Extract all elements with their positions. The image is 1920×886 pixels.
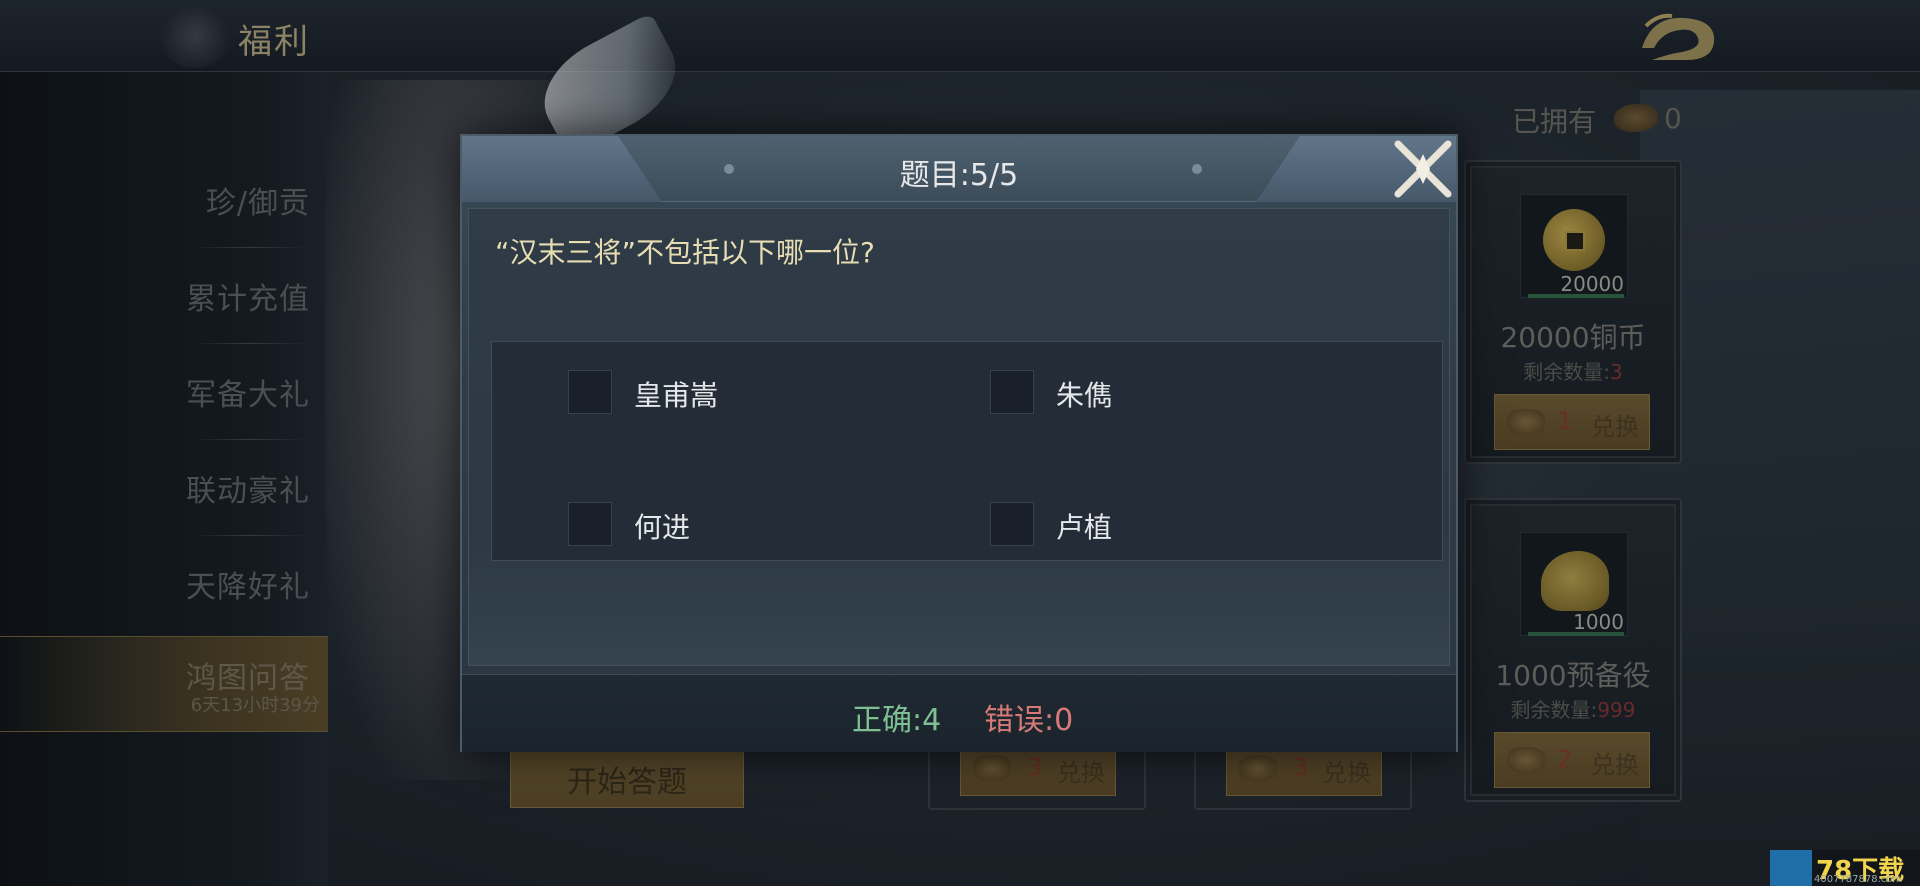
quiz-dialog-header: 题目:5/5: [462, 136, 1456, 202]
remaining-label: 剩余数量:: [1523, 360, 1610, 384]
copper-coin-icon: [1543, 209, 1605, 271]
page-title: 福利: [238, 22, 310, 62]
quiz-option[interactable]: 卢植: [990, 492, 1390, 552]
sidebar-item-quiz[interactable]: 鸿图问答 6天13小时39分: [0, 636, 328, 732]
shop-item-card: 20000 20000铜币 剩余数量:3 1 兑换: [1464, 160, 1682, 464]
quiz-score-bar: 正确:4 错误:0: [462, 674, 1456, 752]
dragon-back-icon: [1642, 13, 1715, 60]
site-watermark: 78下载 4007787878.com: [1770, 850, 1920, 886]
quiz-dialog: 题目:5/5 “汉末三将”不包括以下哪一位? 皇甫嵩 朱儁 何进 卢植 正确:4…: [460, 134, 1458, 752]
ticket-icon: [1239, 755, 1277, 781]
option-checkbox[interactable]: [990, 502, 1034, 546]
item-quality-bar: [1528, 294, 1624, 298]
option-label: 何进: [634, 511, 691, 544]
quiz-option[interactable]: 何进: [568, 492, 968, 552]
sidebar-item-label: 联动豪礼: [186, 474, 310, 509]
quiz-options: 皇甫嵩 朱儁 何进 卢植: [491, 341, 1443, 561]
quiz-question: “汉末三将”不包括以下哪一位?: [495, 236, 875, 269]
welfare-emblem-icon: [160, 4, 230, 68]
correct-count: 正确:4: [852, 703, 942, 738]
sidebar-item-sky-gift[interactable]: 天降好礼: [0, 536, 328, 632]
close-icon: [1394, 140, 1452, 198]
item-amount: 20000: [1560, 272, 1624, 296]
exchange-label: 兑换: [1591, 751, 1639, 779]
top-bar: 福利: [0, 0, 1920, 72]
remaining-label: 剩余数量:: [1510, 698, 1598, 722]
quiz-option[interactable]: 皇甫嵩: [568, 360, 968, 420]
option-checkbox[interactable]: [568, 370, 612, 414]
item-amount: 1000: [1573, 610, 1624, 634]
watermark-logo-icon: [1770, 850, 1812, 886]
sidebar-item-tribute[interactable]: 珍/御贡: [0, 152, 328, 248]
back-button[interactable]: [1632, 8, 1724, 66]
option-label: 皇甫嵩: [634, 379, 719, 412]
sidebar-item-label: 累计充值: [186, 282, 310, 317]
option-label: 朱儁: [1056, 379, 1113, 412]
option-checkbox[interactable]: [568, 502, 612, 546]
sidebar-item-collab-gift[interactable]: 联动豪礼: [0, 440, 328, 536]
exchange-cost: 3: [1027, 753, 1043, 781]
exchange-label: 兑换: [1591, 413, 1639, 441]
quiz-option[interactable]: 朱儁: [990, 360, 1390, 420]
sidebar-item-label: 天降好礼: [186, 570, 310, 605]
start-quiz-label: 开始答题: [567, 765, 687, 800]
item-name: 20000铜币: [1500, 321, 1646, 354]
item-name: 1000预备役: [1495, 659, 1651, 692]
exchange-cost: 3: [1293, 753, 1309, 781]
reserve-helmet-icon: [1541, 551, 1609, 611]
sidebar: 珍/御贡 累计充值 军备大礼 联动豪礼 天降好礼 鸿图问答 6天13小时39分: [0, 72, 328, 886]
sidebar-item-recharge[interactable]: 累计充值: [0, 248, 328, 344]
exchange-button[interactable]: 2 兑换: [1494, 732, 1650, 788]
exchange-label: 兑换: [1323, 759, 1371, 787]
item-remaining: 剩余数量:3: [1466, 356, 1680, 385]
quiz-countdown: 6天13小时39分: [190, 695, 320, 716]
start-quiz-button[interactable]: 开始答题: [510, 744, 744, 808]
exchange-button[interactable]: 1 兑换: [1494, 394, 1650, 450]
owned-value: 0: [1664, 102, 1682, 135]
shop-item-card: 1000 1000预备役 剩余数量:999 2 兑换: [1464, 498, 1682, 802]
watermark-url: 4007787878.com: [1814, 874, 1903, 885]
item-quality-bar: [1528, 632, 1624, 636]
option-label: 卢植: [1056, 511, 1113, 544]
sidebar-item-military-gift[interactable]: 军备大礼: [0, 344, 328, 440]
ticket-icon: [1507, 409, 1545, 435]
owned-label: 已拥有: [1512, 105, 1597, 138]
ticket-icon: [1507, 747, 1545, 773]
quiz-progress-title: 题目:5/5: [899, 158, 1019, 193]
quiz-body: “汉末三将”不包括以下哪一位? 皇甫嵩 朱儁 何进 卢植: [468, 208, 1450, 666]
option-checkbox[interactable]: [990, 370, 1034, 414]
ticket-icon: [1614, 104, 1658, 132]
exchange-cost: 2: [1557, 745, 1573, 773]
remaining-value: 999: [1597, 698, 1636, 722]
remaining-value: 3: [1610, 360, 1623, 384]
exchange-label: 兑换: [1057, 759, 1105, 787]
wrong-count: 错误:0: [984, 703, 1074, 738]
close-button[interactable]: [1390, 136, 1456, 202]
exchange-cost: 1: [1557, 407, 1573, 435]
item-remaining: 剩余数量:999: [1466, 694, 1680, 723]
ticket-icon: [973, 755, 1011, 781]
sidebar-item-label: 珍/御贡: [205, 186, 310, 221]
sidebar-item-label: 军备大礼: [186, 378, 310, 413]
